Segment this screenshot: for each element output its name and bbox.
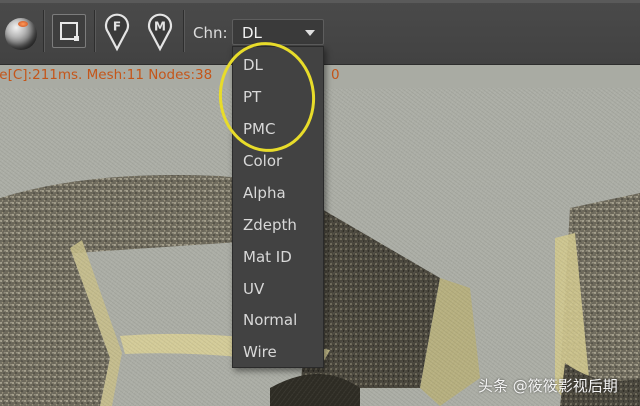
channel-option-normal[interactable]: Normal [233,305,323,335]
region-corner-mark [74,36,79,41]
sphere-highlight [18,21,28,27]
pin-f-letter: F [113,20,121,34]
watermark-text: 头条 @筱筱影视后期 [478,377,618,395]
channel-option-alpha[interactable]: Alpha [233,178,323,208]
channel-selected-value: DL [242,24,262,42]
toolbar-separator [94,10,96,52]
toolbar-separator [43,10,45,52]
pin-m-letter: M [154,20,166,34]
channel-option-uv[interactable]: UV [233,274,323,304]
toolbar-separator [183,10,185,52]
channel-option-zdepth[interactable]: Zdepth [233,210,323,240]
render-stats-tail: 0 [331,67,340,83]
channel-select[interactable]: DL [232,19,324,45]
channel-option-wire[interactable]: Wire [233,337,323,367]
sphere-icon[interactable] [5,18,37,50]
channel-option-mat-id[interactable]: Mat ID [233,242,323,272]
pin-f-icon[interactable]: F [103,12,131,52]
chevron-down-icon [305,30,315,36]
toolbar-top-border [0,0,640,3]
pin-m-icon[interactable]: M [146,12,174,52]
region-icon [60,22,79,41]
channel-label: Chn: [193,24,228,42]
render-stats-text: te[C]:211ms. Mesh:11 Nodes:38 [0,67,213,83]
region-render-button[interactable] [52,14,86,48]
